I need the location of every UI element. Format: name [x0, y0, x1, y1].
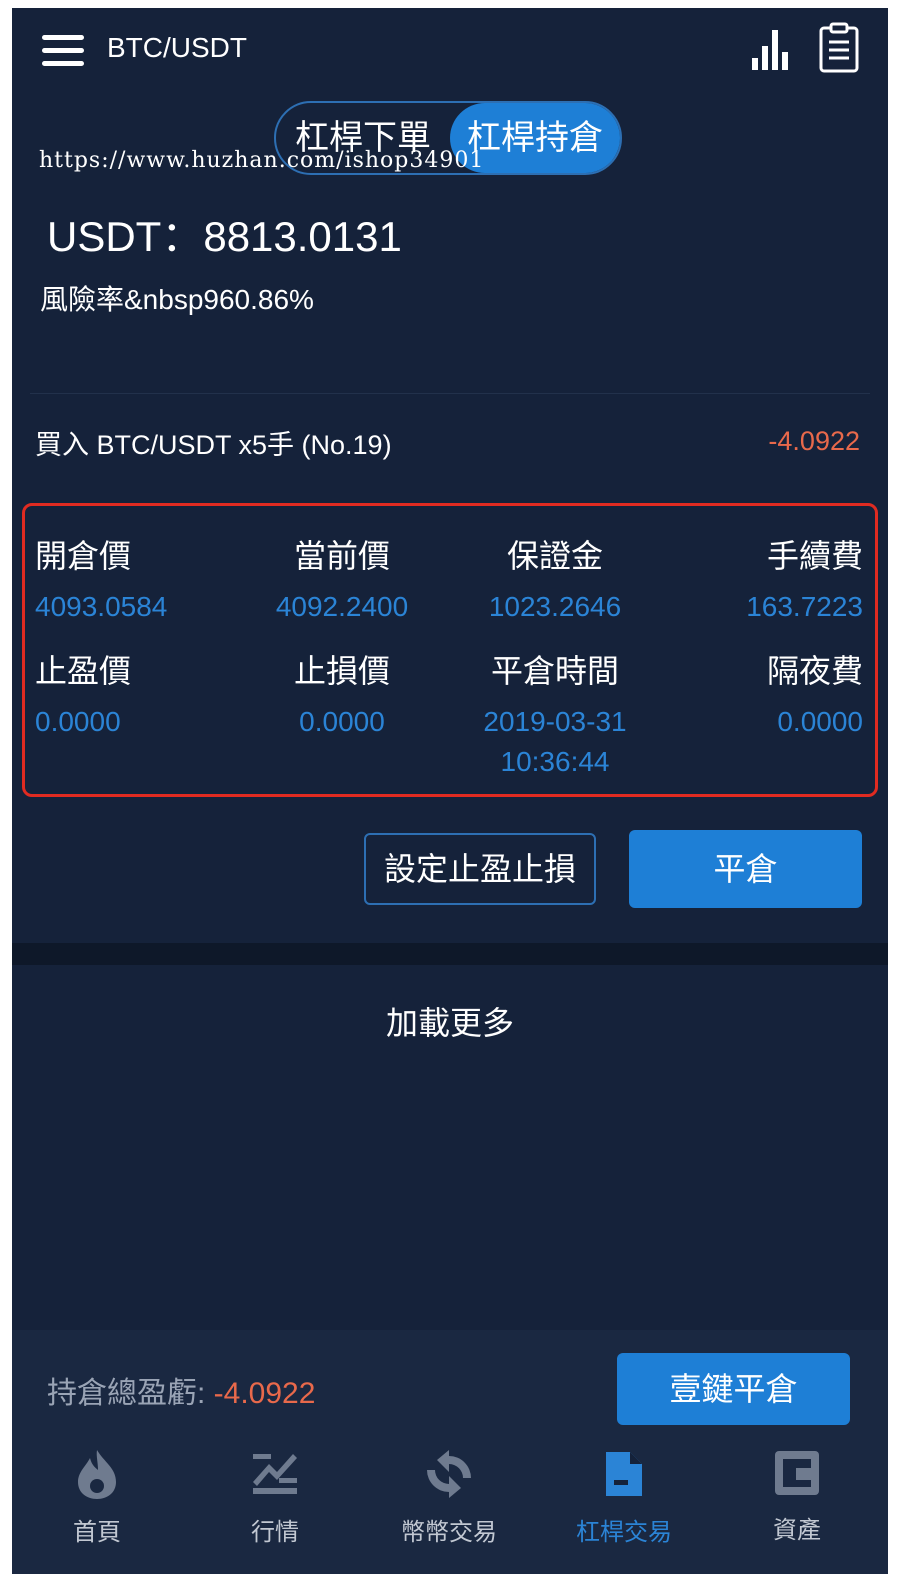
fee-label: 手續費: [766, 538, 863, 574]
total-pnl-value: -4.0922: [213, 1377, 316, 1410]
page-title: BTC/USDT: [107, 32, 247, 63]
leverage-icon: [606, 1452, 642, 1496]
load-more-button[interactable]: 加載更多: [12, 998, 888, 1044]
stop-loss-label: 止損價: [293, 653, 390, 689]
total-pnl-label: 持倉總盈虧:: [47, 1377, 214, 1410]
nav-spot-trading-label: 幣幣交易: [401, 1519, 497, 1546]
take-profit-label: 止盈價: [35, 653, 132, 689]
nav-assets[interactable]: 資產: [722, 1448, 872, 1545]
overnight-fee-cell: 隔夜費 0.0000: [663, 646, 863, 742]
current-price-value: 4092.2400: [275, 591, 409, 622]
take-profit-cell: 止盈價 0.0000: [35, 646, 235, 742]
overnight-fee-label: 隔夜費: [766, 653, 863, 689]
margin-value: 1023.2646: [488, 591, 622, 622]
exchange-icon: [427, 1450, 471, 1498]
nav-market-label: 行情: [251, 1519, 299, 1546]
fee-value: 163.7223: [746, 591, 863, 622]
wallet-icon: [775, 1451, 819, 1495]
open-price-value: 4093.0584: [35, 591, 168, 622]
overnight-fee-value: 0.0000: [777, 706, 863, 737]
nav-home-label: 首頁: [73, 1519, 121, 1546]
total-pnl: 持倉總盈虧: -4.0922: [47, 1368, 315, 1412]
open-price-cell: 開倉價 4093.0584: [35, 531, 235, 627]
margin-cell: 保證金 1023.2646: [455, 531, 655, 627]
position-pnl: -4.0922: [768, 426, 860, 456]
close-time-value: 2019-03-31 10:36:44: [483, 706, 627, 777]
position-title: 買入 BTC/USDT x5手 (No.19): [35, 430, 392, 460]
divider: [30, 393, 870, 394]
usdt-balance: USDT：8813.0131: [47, 213, 402, 260]
margin-label: 保證金: [506, 538, 603, 574]
nav-home[interactable]: 首頁: [22, 1448, 172, 1547]
bar-chart-icon[interactable]: [750, 26, 790, 70]
close-position-button[interactable]: 平倉: [629, 830, 862, 908]
current-price-cell: 當前價 4092.2400: [242, 531, 442, 627]
nav-leverage-trading-label: 杠桿交易: [576, 1519, 672, 1546]
position-details: 開倉價 4093.0584 當前價 4092.2400 保證金 1023.264…: [22, 503, 878, 797]
nav-spot-trading[interactable]: 幣幣交易: [374, 1448, 524, 1547]
flame-icon: [78, 1450, 116, 1499]
nav-market[interactable]: 行情: [200, 1448, 350, 1547]
current-price-label: 當前價: [293, 538, 390, 574]
top-bar: BTC/USDT: [12, 8, 888, 98]
section-separator: [12, 943, 888, 965]
clipboard-icon[interactable]: [818, 22, 860, 74]
fee-cell: 手續費 163.7223: [663, 531, 863, 627]
stop-loss-value: 0.0000: [299, 706, 385, 737]
close-all-button[interactable]: 壹鍵平倉: [617, 1353, 850, 1425]
open-price-label: 開倉價: [35, 538, 132, 574]
close-time-label: 平倉時間: [490, 653, 619, 689]
nav-assets-label: 資產: [773, 1517, 821, 1544]
app-container: BTC/USDT 杠桿下單 杠桿持倉 https://www.huzhan.co…: [12, 8, 888, 1574]
nav-leverage-trading[interactable]: 杠桿交易: [549, 1448, 699, 1547]
close-time-cell: 平倉時間 2019-03-31 10:36:44: [455, 646, 655, 782]
watermark-url: https://www.huzhan.com/ishop34901: [39, 148, 485, 173]
market-icon: [253, 1454, 297, 1494]
take-profit-value: 0.0000: [35, 706, 121, 737]
menu-icon[interactable]: [42, 33, 84, 69]
set-tp-sl-button[interactable]: 設定止盈止損: [364, 833, 596, 905]
stop-loss-cell: 止損價 0.0000: [242, 646, 442, 742]
risk-rate: 風險率&nbsp960.86%: [40, 284, 314, 315]
